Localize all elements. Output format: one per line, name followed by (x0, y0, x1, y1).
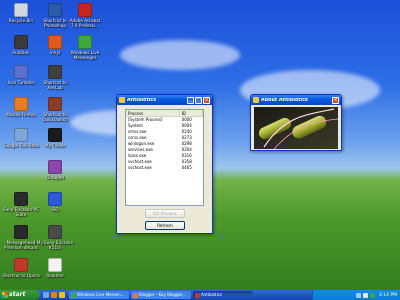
desktop-icon-image (48, 225, 62, 239)
taskbar-button-label: Antibiotics (201, 292, 223, 297)
sky-cloud (120, 40, 240, 70)
desktop-icon-image (78, 3, 92, 17)
desktop-icon-label: Readme (46, 273, 64, 278)
taskbar-button-label: Blogger - Kay Blogger... (139, 292, 187, 297)
close-button[interactable]: × (332, 96, 339, 104)
desktop-icon-image (48, 128, 62, 142)
desktop-icon[interactable]: Mozilla Firefox (2, 97, 40, 117)
desktop-icon-label: Shortcut to XenLab (43, 80, 67, 90)
desktop-icon-label: Mozilla Firefox (6, 112, 36, 117)
quick-launch (43, 292, 67, 298)
desktop-icon[interactable]: Readme (36, 258, 74, 278)
process-row[interactable]: svchost.exe 0465 (126, 165, 203, 171)
start-button[interactable]: start (0, 290, 40, 300)
desktop-icon-label: Icon Tumbler (7, 80, 35, 85)
list-header: Process ID (126, 110, 203, 117)
desktop-icon-image (14, 192, 28, 206)
desktop-icon-image (48, 97, 62, 111)
task-list: Windows Live Messen... Blogger - Kay Blog… (67, 291, 253, 299)
app-icon (119, 97, 125, 103)
taskbar-app-icon (71, 292, 76, 298)
desktop-icon-label: Shortcut to Opera (2, 273, 40, 278)
messenger-icon[interactable] (369, 292, 375, 298)
taskbar-button[interactable]: Windows Live Messen... (69, 291, 129, 299)
desktop-icon[interactable]: My Folder (36, 128, 74, 148)
maximize-button[interactable]: □ (195, 96, 202, 104)
taskbar-app-icon (195, 292, 200, 298)
desktop-icon-label: My Folder (44, 143, 66, 148)
system-tray: 3:14 PM (312, 290, 400, 300)
antibiotics-window: Antibiotics _ □ × Process ID [System Pro… (116, 94, 213, 234)
desktop-icon-image (48, 258, 62, 272)
desktop-icon[interactable]: Audition (2, 35, 40, 55)
clock: 3:14 PM (378, 292, 397, 298)
media-player-icon[interactable] (59, 292, 65, 298)
desktop-icon[interactable]: Shortcut to XenLab (36, 65, 74, 90)
desktop-icon[interactable]: Adobe Acrobat 7.0 Professi... (66, 3, 104, 28)
desktop-icon[interactable]: Icon Tumbler (2, 65, 40, 85)
network-icon[interactable] (355, 292, 361, 298)
minimize-button[interactable]: _ (187, 96, 194, 104)
taskbar-button-label: Windows Live Messen... (77, 292, 125, 297)
desktop-icon[interactable]: Windows Live Messenger (66, 35, 104, 60)
window-title: Antibiotics (127, 97, 157, 103)
taskbar: start Windows Live Messen... Blogger - Ka… (0, 290, 400, 300)
desktop-icon[interactable]: Shortcut to Opera (2, 258, 40, 278)
windows-logo-icon (2, 292, 8, 298)
volume-icon[interactable] (362, 292, 368, 298)
desktop-icon[interactable]: Sony Ericsson PC Suite (2, 192, 40, 217)
close-button[interactable]: × (203, 96, 210, 104)
column-header-id[interactable]: ID (180, 110, 203, 116)
antibiotics-pills-image (254, 107, 338, 149)
process-list[interactable]: Process ID [System Process] 0000 System 000… (125, 109, 204, 206)
column-header-process[interactable]: Process (126, 110, 180, 116)
desktop-icon-image (14, 65, 28, 79)
desktop-icon-image (48, 160, 62, 174)
desktop-icon-label: My Sony Ericsson K510i (36, 240, 74, 250)
browser-icon[interactable] (51, 292, 57, 298)
desktop-icon-image (14, 3, 28, 17)
desktop-icon[interactable]: Recycle Bin (2, 3, 40, 23)
desktop-icon-label: Adobe Acrobat 7.0 Professi... (69, 18, 101, 28)
desktop-icon-label: Windows Live Messenger (70, 50, 100, 60)
desktop-icon-image (48, 65, 62, 79)
process-id: 0465 (181, 165, 192, 170)
desktop-icon-label: Shortcut to Quicklaunch (42, 112, 68, 122)
desktop-icon-image (78, 35, 92, 49)
desktop-icon[interactable]: My Sony Ericsson K510i (36, 225, 74, 250)
desktop-icon-label: Recycle Bin (8, 18, 34, 23)
desktop-icon-label: Grouped (46, 175, 64, 180)
desktop-icon-image (48, 35, 62, 49)
desktop-icon-image (48, 3, 62, 17)
desktop-icon-label: ISO (51, 207, 59, 212)
show-desktop-icon[interactable] (43, 292, 49, 298)
about-titlebar[interactable]: About Antibiotics × (251, 95, 341, 105)
refresh-button[interactable]: Refresh (145, 221, 185, 230)
desktop-icon-label: Messagehead Premium details (4, 240, 38, 250)
start-label: start (9, 291, 26, 298)
taskbar-app-icon (133, 292, 138, 298)
taskbar-button[interactable]: Blogger - Kay Blogger... (131, 291, 191, 299)
desktop-icon-image (14, 258, 28, 272)
desktop-icon-image (48, 192, 62, 206)
desktop-icon[interactable]: ISO (36, 192, 74, 212)
app-icon (253, 97, 259, 103)
desktop-icon-image (14, 128, 28, 142)
about-window: About Antibiotics × (250, 94, 342, 151)
desktop-icon-image (14, 225, 28, 239)
process-name: svchost.exe (128, 165, 152, 170)
about-title: About Antibiotics (261, 97, 308, 103)
antibiotics-titlebar[interactable]: Antibiotics _ □ × (117, 95, 212, 105)
desktop-icon[interactable]: Shortcut to Quicklaunch (36, 97, 74, 122)
kill-process-button[interactable]: Kill Process (145, 209, 185, 218)
taskbar-button[interactable]: Antibiotics (193, 291, 253, 299)
desktop-icon-image (14, 35, 28, 49)
desktop-icon-label: Google Talk Beta (3, 143, 39, 148)
desktop-icon[interactable]: Messagehead Premium details (2, 225, 40, 250)
desktop-icon[interactable]: Grouped (36, 160, 74, 180)
desktop-icon-image (14, 97, 28, 111)
desktop-icon[interactable]: Google Talk Beta (2, 128, 40, 148)
desktop-icon-label: Audition (12, 50, 30, 55)
desktop-icon-label: Sony Ericsson PC Suite (3, 207, 39, 217)
